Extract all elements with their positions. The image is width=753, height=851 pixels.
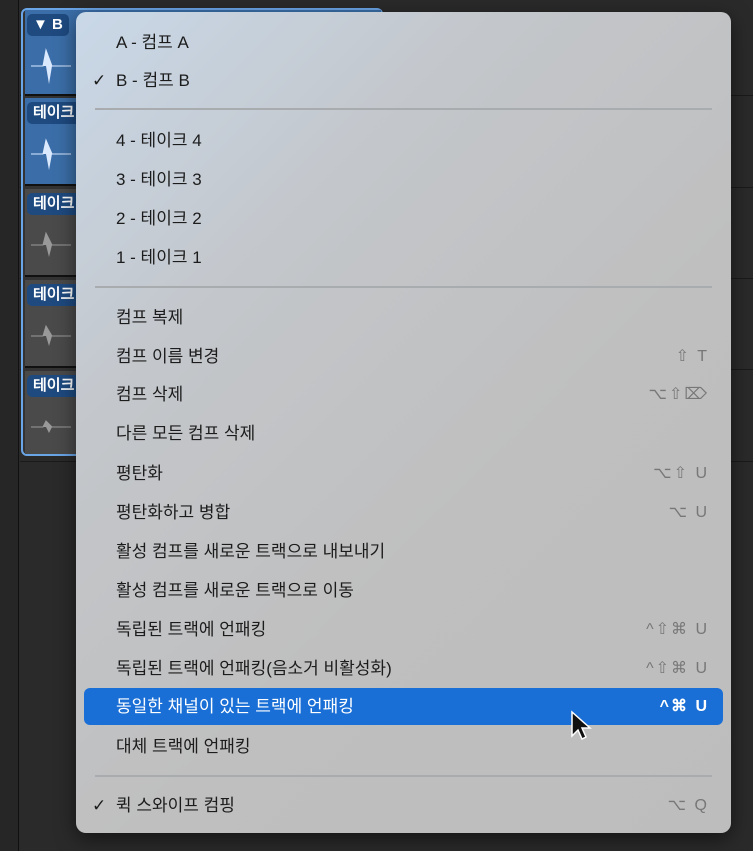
menu-item-duplicate-comp[interactable]: 컴프 복제 [84, 299, 723, 336]
menu-item-label: 1 - 테이크 1 [116, 248, 202, 267]
shortcut: ^⌘ U [659, 698, 709, 715]
menu-item-unpack-new-tracks[interactable]: 독립된 트랙에 언패킹 ^⇧⌘ U [84, 611, 723, 648]
waveform [31, 48, 71, 84]
take-label: 테이크 [27, 284, 81, 306]
menu-item-delete-comp[interactable]: 컴프 삭제 ⌥⇧⌦ [84, 376, 723, 413]
menu-item-label: 평탄화하고 병합 [116, 503, 231, 522]
menu-item-delete-other-comps[interactable]: 다른 모든 컴프 삭제 [84, 415, 723, 452]
shortcut: ^⇧⌘ U [646, 621, 709, 638]
mouse-pointer-icon [571, 710, 592, 741]
shortcut: ⇧ T [675, 348, 709, 365]
checkmark-icon: ✓ [92, 71, 107, 90]
menu-item-label: 컴프 이름 변경 [116, 347, 220, 366]
menu-item-label: 대체 트랙에 언패킹 [116, 737, 251, 756]
menu-item-label: 2 - 테이크 2 [116, 209, 202, 228]
menu-item-take-1[interactable]: 1 - 테이크 1 [84, 239, 723, 276]
menu-item-label: 4 - 테이크 4 [116, 131, 202, 150]
menu-item-flatten[interactable]: 평탄화 ⌥⇧ U [84, 455, 723, 492]
checkmark-icon: ✓ [92, 796, 107, 815]
menu-item-unpack-alternatives[interactable]: 대체 트랙에 언패킹 [84, 728, 723, 765]
shortcut: ⌥ U [668, 504, 709, 521]
menu-item-move-comp[interactable]: 활성 컴프를 새로운 트랙으로 이동 [84, 572, 723, 609]
menu-item-take-3[interactable]: 3 - 테이크 3 [84, 161, 723, 198]
waveform [31, 420, 71, 433]
comp-label: B [52, 16, 63, 33]
menu-separator [95, 775, 712, 777]
menu-item-label: 다른 모든 컴프 삭제 [116, 424, 256, 443]
menu-item-unpack-new-tracks-unmuted[interactable]: 독립된 트랙에 언패킹(음소거 비활성화) ^⇧⌘ U [84, 650, 723, 687]
menu-item-label: 컴프 삭제 [116, 385, 184, 404]
menu-item-label: 퀵 스와이프 컴핑 [116, 796, 235, 815]
take-label: 테이크 [27, 193, 81, 215]
menu-item-label: 독립된 트랙에 언패킹(음소거 비활성화) [116, 659, 392, 678]
menu-item-comp-b[interactable]: ✓ B - 컴프 B [84, 62, 723, 99]
menu-item-quick-swipe-comping[interactable]: ✓ 퀵 스와이프 컴핑 ⌥ Q [84, 787, 723, 824]
shortcut: ⌥⇧ U [653, 465, 709, 482]
menu-item-flatten-and-merge[interactable]: 평탄화하고 병합 ⌥ U [84, 494, 723, 531]
menu-item-label: 동일한 채널이 있는 트랙에 언패킹 [116, 697, 354, 716]
triangle-down-icon: ▼ [33, 16, 48, 33]
menu-item-unpack-same-channel[interactable]: 동일한 채널이 있는 트랙에 언패킹 ^⌘ U [84, 688, 723, 725]
menu-item-export-comp[interactable]: 활성 컴프를 새로운 트랙으로 내보내기 [84, 533, 723, 570]
menu-item-take-2[interactable]: 2 - 테이크 2 [84, 200, 723, 237]
menu-item-label: 컴프 복제 [116, 308, 184, 327]
menu-item-label: 활성 컴프를 새로운 트랙으로 이동 [116, 581, 354, 600]
waveform [31, 138, 71, 170]
menu-item-label: 평탄화 [116, 464, 163, 483]
menu-separator [95, 108, 712, 110]
track-header-gutter [0, 0, 19, 851]
menu-item-label: 3 - 테이크 3 [116, 170, 202, 189]
comp-disclosure[interactable]: ▼ B [27, 14, 69, 36]
menu-item-comp-a[interactable]: A - 컴프 A [84, 24, 723, 61]
menu-separator [95, 286, 712, 288]
shortcut: ^⇧⌘ U [646, 660, 709, 677]
shortcut: ⌥ Q [667, 797, 709, 814]
take-label: 테이크 [27, 102, 81, 124]
waveform [31, 324, 71, 346]
menu-item-label: A - 컴프 A [116, 33, 189, 52]
menu-item-rename-comp[interactable]: 컴프 이름 변경 ⇧ T [84, 338, 723, 375]
menu-item-take-4[interactable]: 4 - 테이크 4 [84, 122, 723, 159]
waveform [31, 231, 71, 257]
shortcut: ⌥⇧⌦ [648, 386, 709, 403]
menu-item-label: 독립된 트랙에 언패킹 [116, 620, 267, 639]
menu-item-label: 활성 컴프를 새로운 트랙으로 내보내기 [116, 542, 386, 561]
menu-item-label: B - 컴프 B [116, 71, 190, 90]
take-folder-context-menu: A - 컴프 A ✓ B - 컴프 B 4 - 테이크 4 3 - 테이크 3 2… [76, 12, 731, 833]
take-label: 테이크 [27, 375, 81, 397]
